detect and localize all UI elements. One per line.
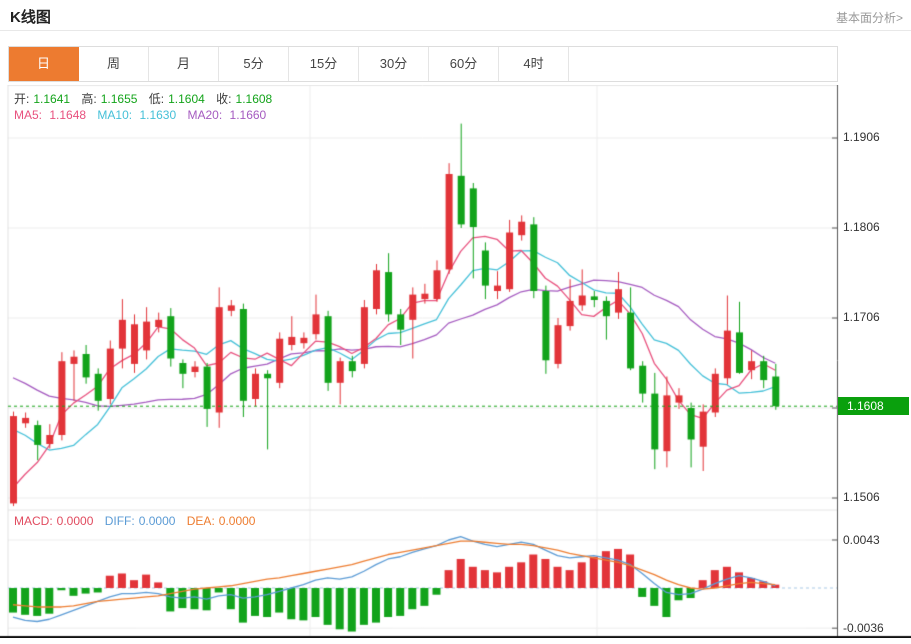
- macd-tick-top: 0.0043: [843, 533, 880, 547]
- tab-60min[interactable]: 60分: [429, 47, 499, 81]
- header-divider: [0, 30, 911, 31]
- current-price-badge: 1.1608: [838, 397, 909, 415]
- tab-5min[interactable]: 5分: [219, 47, 289, 81]
- macd-tick-bottom: -0.0036: [843, 621, 884, 635]
- tab-4hour[interactable]: 4时: [499, 47, 569, 81]
- tab-30min[interactable]: 30分: [359, 47, 429, 81]
- kline-chart-canvas[interactable]: [0, 85, 911, 638]
- fundamental-analysis-link[interactable]: 基本面分析>: [836, 9, 903, 26]
- tab-week[interactable]: 周: [79, 47, 149, 81]
- period-tab-bar: 日 周 月 5分 15分 30分 60分 4时: [8, 46, 838, 82]
- price-tick-4: 1.1506: [843, 490, 880, 504]
- page-title: K线图: [10, 6, 51, 27]
- kline-page: K线图 基本面分析> 日 周 月 5分 15分 30分 60分 4时 开:1.1…: [0, 0, 911, 644]
- tab-day[interactable]: 日: [9, 47, 79, 81]
- tab-15min[interactable]: 15分: [289, 47, 359, 81]
- price-tick-2: 1.1806: [843, 220, 880, 234]
- price-tick-1: 1.1906: [843, 130, 880, 144]
- tab-month[interactable]: 月: [149, 47, 219, 81]
- price-tick-3: 1.1706: [843, 310, 880, 324]
